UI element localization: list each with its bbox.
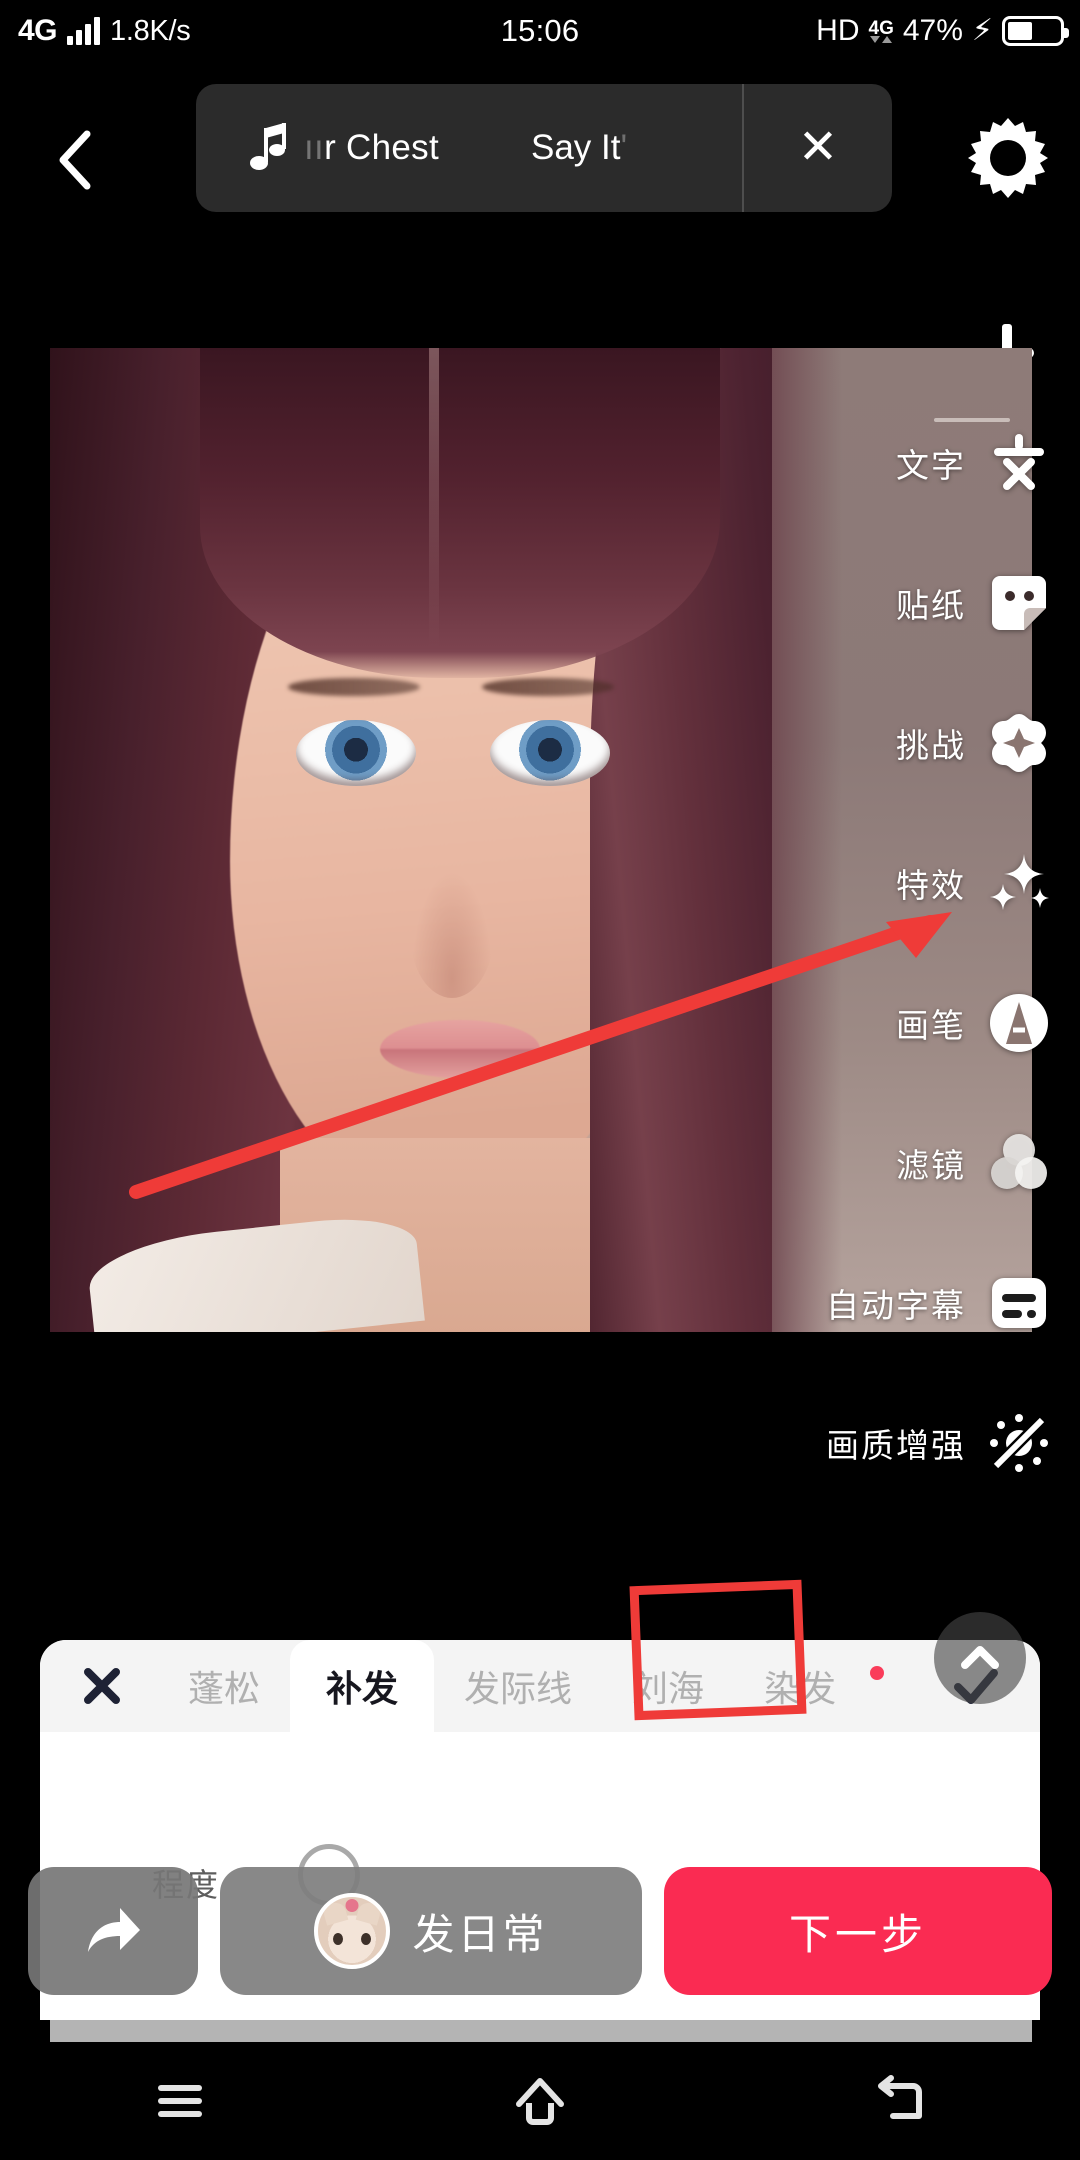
next-step-label: 下一步 [788,1910,927,1958]
rail-item-brush[interactable]: 画笔 [780,968,1080,1078]
music-title-label: ıır Chest [304,128,439,168]
photo-nose [410,868,494,998]
chevron-left-icon [59,130,91,190]
rail-label-challenge: 挑战 [896,727,966,764]
rail-label-effect: 特效 [896,867,966,904]
photo-eye-right [490,720,610,786]
home-icon [516,2078,564,2125]
challenge-star-icon [988,712,1050,774]
tab-liuhai[interactable]: 刘海 [602,1640,734,1732]
filter-circles-icon [988,1132,1050,1194]
hd-label: HD [816,14,860,47]
battery-percent-label: 47% [902,14,963,47]
rail-item-auto-caption[interactable]: 自动字幕 [740,1248,1080,1358]
music-artist-text: Say It [530,128,621,167]
photo-brow-right [482,678,614,696]
battery-icon [1002,16,1069,46]
tab-ranfa[interactable]: 染发 [734,1640,866,1732]
top-bar: ıır Chest Say It' ✕ [0,62,1080,393]
collapse-panel-button[interactable] [934,1612,1026,1704]
status-bar-right: HD 4G 47% ⚡ [816,0,1069,62]
brush-circle-icon [988,992,1050,1054]
tab-bufa[interactable]: 补发 [290,1640,435,1732]
rail-label-quality-enhance: 画质增强 [826,1427,966,1464]
photo-bangs [200,348,720,678]
music-artist-label: Say It' [531,128,627,168]
music-close-button[interactable]: ✕ [744,84,892,212]
post-daily-button[interactable]: 发日常 [220,1867,642,1995]
music-pill[interactable]: ıır Chest Say It' ✕ [196,84,892,212]
tab-pengsong[interactable]: 蓬松 [158,1640,290,1732]
rail-label-sticker: 贴纸 [896,587,966,624]
tab-fajixian[interactable]: 发际线 [434,1640,602,1732]
app-screen: 4G 1.8K/s 15:06 HD 4G 47% ⚡ ıır Chest Sa… [0,0,1080,2160]
rail-item-challenge[interactable]: 挑战 [780,688,1080,798]
status-bar: 4G 1.8K/s 15:06 HD 4G 47% ⚡ [0,0,1080,62]
sheet-tab-bar: 蓬松 补发 发际线 刘海 染发 [40,1640,1040,1732]
photo-brow-left [288,678,420,696]
rail-label-brush: 画笔 [896,1007,966,1044]
quality-enhance-off-icon [988,1412,1050,1474]
rail-item-sticker[interactable]: 贴纸 [780,548,1080,658]
music-title-text: r Chest [324,128,439,167]
close-x-icon: ✕ [797,121,839,174]
photo-eye-left [296,720,416,786]
share-button[interactable] [28,1867,198,1995]
text-wen-icon [988,432,1050,494]
nav-recents-button[interactable] [120,2042,240,2160]
notification-dot [870,1666,884,1680]
next-step-button[interactable]: 下一步 [664,1867,1052,1995]
sheet-bottom-strip [50,2020,1032,2042]
rail-item-effect[interactable]: 特效 [780,828,1080,938]
share-arrow-icon [88,1908,140,1952]
gear-icon [968,118,1048,198]
rail-label-auto-caption: 自动字幕 [826,1287,966,1324]
auto-caption-icon [988,1272,1050,1334]
chevron-up-icon [961,1646,999,1669]
rail-label-filter: 滤镜 [896,1147,966,1184]
android-nav-bar [0,2042,1080,2160]
sheet-close-button[interactable] [46,1640,158,1732]
sparkles-icon [988,852,1050,914]
volte-4g-icon: 4G [869,19,894,43]
rail-item-text[interactable]: 文字 [780,408,1080,518]
post-daily-label: 发日常 [412,1910,548,1958]
music-title-overflow: ıı [304,128,325,167]
music-info[interactable]: ıır Chest Say It' [196,84,742,212]
back-arrow-icon [878,2075,922,2119]
close-x-icon [84,1668,120,1704]
rail-label-text: 文字 [896,447,966,484]
rail-item-quality-enhance[interactable]: 画质增强 [740,1388,1080,1498]
sticker-icon [988,572,1050,634]
music-artist-overflow: ' [620,128,628,167]
back-button[interactable] [40,120,110,200]
charging-bolt-icon: ⚡ [971,14,993,47]
rail-item-filter[interactable]: 滤镜 [780,1108,1080,1218]
photo-lips [380,1020,540,1078]
menu-icon [158,2085,202,2117]
nav-back-button[interactable] [840,2042,960,2160]
nav-home-button[interactable] [480,2042,600,2160]
settings-button[interactable] [964,114,1052,202]
cat-avatar [314,1893,391,1969]
bottom-action-bar: 发日常 下一步 [0,1862,1080,2000]
music-note-icon [250,123,286,170]
data-arrows-icon [870,36,893,43]
